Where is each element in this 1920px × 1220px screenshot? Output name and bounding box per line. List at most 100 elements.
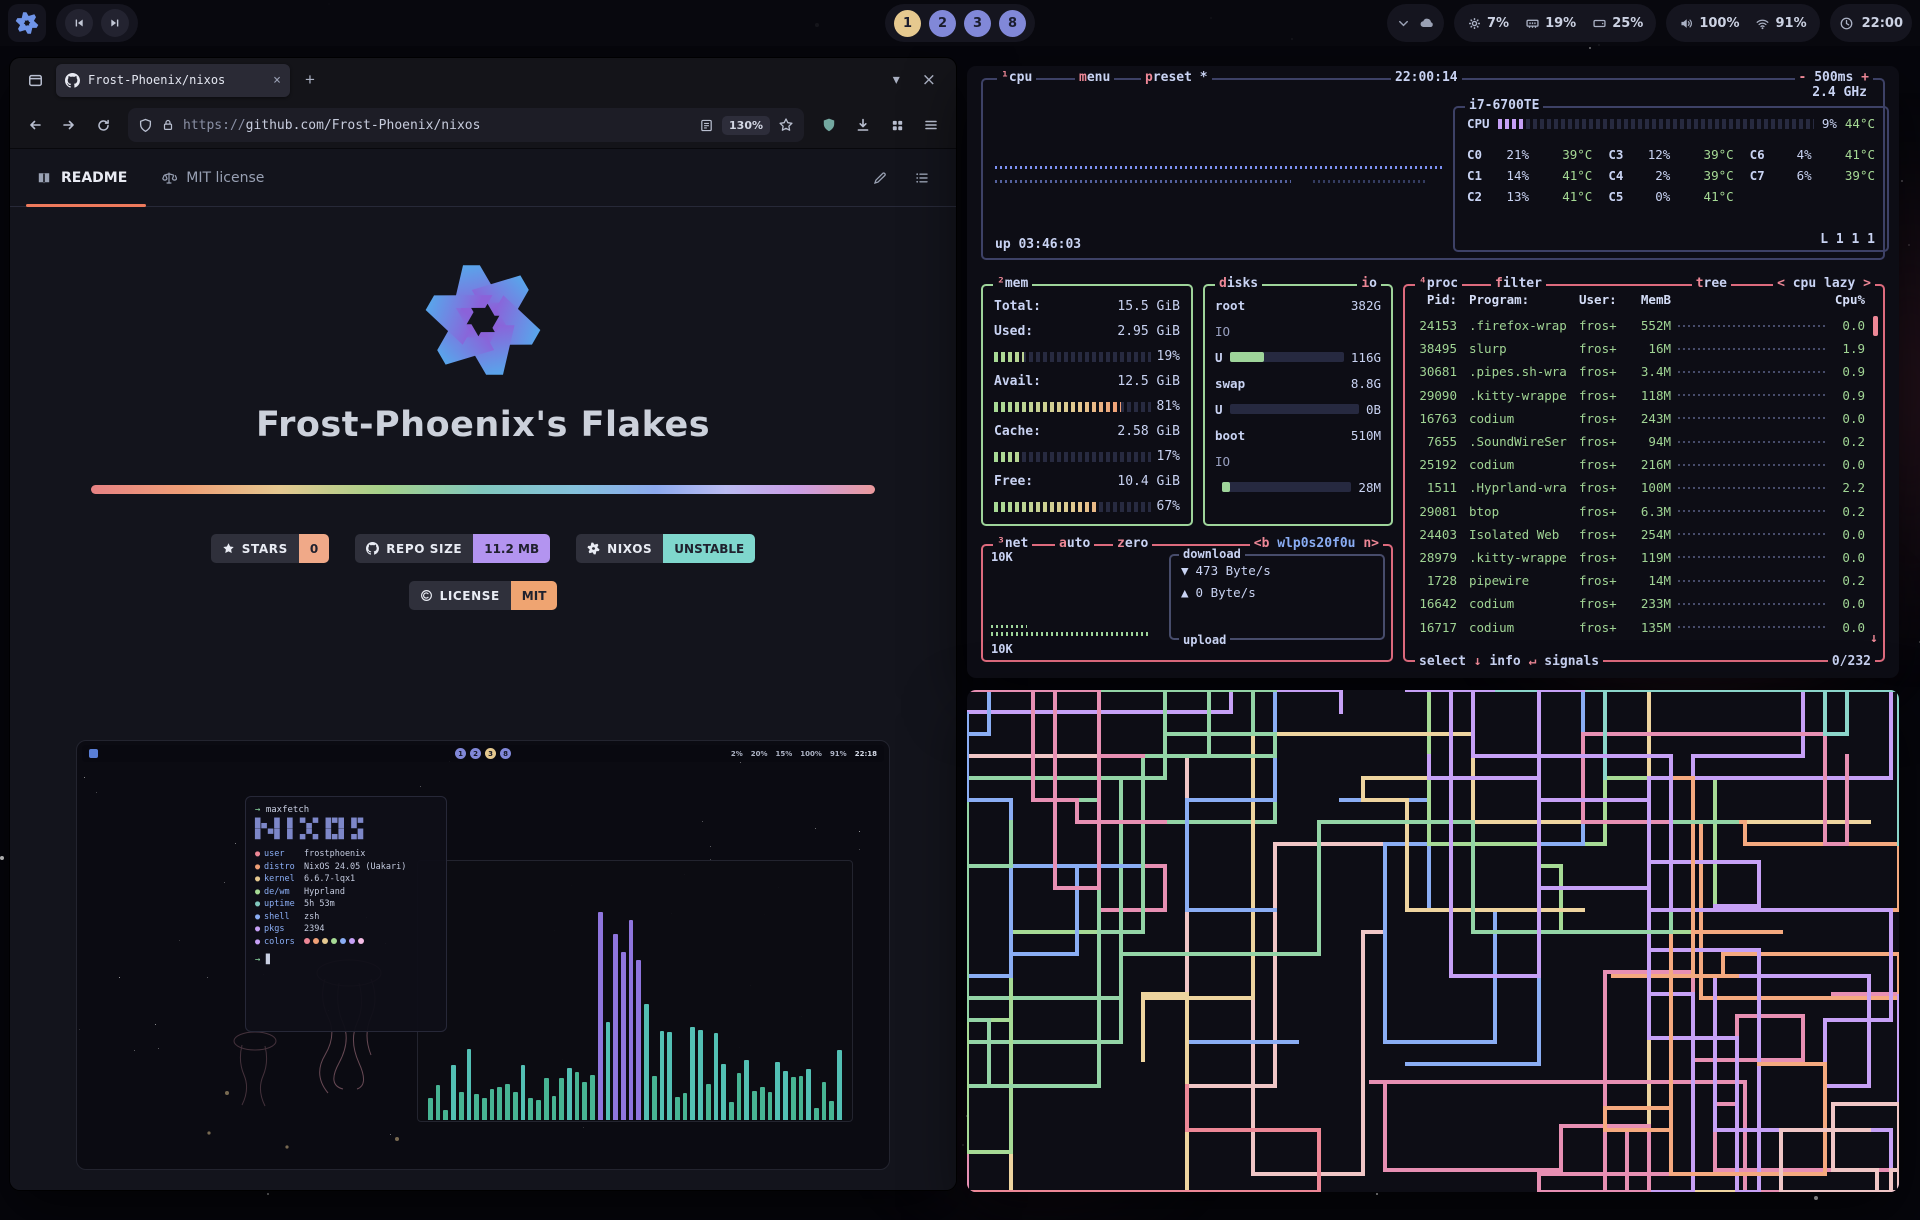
tab-close-button[interactable]: ×	[273, 73, 281, 88]
scrollbar-thumb[interactable]	[1873, 316, 1878, 336]
zoom-level-badge[interactable]: 130%	[722, 116, 770, 135]
mini-terminal: → maxfetch █▄ █ █ ▀▄▀ █▀█ █▀█ ▀█ █ ▄▀▄ █…	[245, 796, 447, 1032]
edit-pencil-icon[interactable]	[872, 170, 888, 186]
proc-filter-button[interactable]: filter	[1491, 277, 1546, 291]
process-row[interactable]: 24403Isolated Webfros+254M0.0	[1413, 523, 1865, 546]
badge-license[interactable]: LICENSE MIT	[409, 581, 558, 610]
process-row[interactable]: 25192codiumfros+216M0.0	[1413, 453, 1865, 476]
tab-readme[interactable]: README	[36, 170, 127, 186]
update-interval[interactable]: - 500ms +	[1795, 71, 1873, 85]
lock-icon[interactable]	[161, 118, 175, 132]
weather-widget[interactable]	[1387, 4, 1444, 42]
firefox-window[interactable]: Frost-Phoenix/nixos × + ▾ × https://g	[10, 58, 956, 1190]
process-row[interactable]: 38495slurpfros+16M1.9	[1413, 337, 1865, 360]
cpu-model-label: i7-6700TE	[1465, 99, 1543, 113]
reload-button[interactable]	[88, 110, 118, 140]
firefox-view-button[interactable]	[20, 65, 50, 95]
process-row[interactable]: 16763codiumfros+243M0.0	[1413, 407, 1865, 430]
workspace-button-2[interactable]: 2	[929, 10, 956, 37]
mem-box-title[interactable]: ²mem	[993, 277, 1032, 291]
badge-repo-size[interactable]: REPO SIZE 11.2 MB	[355, 534, 550, 563]
disks-title[interactable]: disks	[1215, 277, 1262, 291]
list-all-tabs-button[interactable]: ▾	[893, 72, 900, 88]
audio-network: 100% 91%	[1666, 4, 1819, 42]
process-row[interactable]: 1511.Hyprland-wrafros+100M2.2	[1413, 476, 1865, 499]
outline-list-icon[interactable]	[914, 170, 930, 186]
process-row[interactable]: 30681.pipes.sh-wrafros+3.4M0.9	[1413, 360, 1865, 383]
window-close-button[interactable]: ×	[922, 70, 936, 90]
wifi-stat[interactable]: 91%	[1751, 16, 1810, 31]
tab-bar: Frost-Phoenix/nixos × + ▾ ×	[10, 58, 956, 102]
upload-arrow-icon: ▲	[1181, 585, 1189, 600]
reader-mode-icon[interactable]	[699, 118, 714, 133]
process-row[interactable]: 7655.SoundWireSerfros+94M0.2	[1413, 430, 1865, 453]
proc-box-title[interactable]: ⁴proc	[1415, 277, 1462, 291]
disks-io-toggle[interactable]: io	[1357, 277, 1381, 291]
process-row[interactable]: 29090.kitty-wrappefros+118M0.9	[1413, 384, 1865, 407]
proc-sort-selector[interactable]: < cpu lazy >	[1773, 277, 1875, 291]
new-tab-button[interactable]: +	[296, 66, 324, 94]
cpu-model-box: i7-6700TE CPU 9% 44°C C021%39°CC114%41°C…	[1453, 106, 1889, 252]
core-stat: C42%39°C	[1608, 165, 1733, 186]
page-content: README MIT license Frost-Phoenix's Flake…	[10, 149, 956, 1190]
reload-icon	[96, 118, 111, 133]
net-interface[interactable]: <b wlp0s20f0u n>	[1250, 537, 1383, 551]
url-text[interactable]: https://github.com/Frost-Phoenix/nixos	[183, 118, 691, 133]
process-row[interactable]: 24153.firefox-wrapfros+552M0.0	[1413, 314, 1865, 337]
btop-preset-button[interactable]: preset *	[1141, 71, 1212, 85]
btop-window[interactable]: ¹cpu menu preset * 22:00:14 - 500ms + 2.…	[967, 66, 1899, 678]
back-button[interactable]	[20, 110, 50, 140]
badge-stars[interactable]: STARS 0	[211, 534, 329, 563]
volume-stat[interactable]: 100%	[1675, 16, 1743, 31]
download-arrow-icon: ▼	[1181, 563, 1189, 578]
badge-nixos[interactable]: NIXOS UNSTABLE	[576, 534, 755, 563]
readme-body: Frost-Phoenix's Flakes STARS 0 REPO SIZE…	[10, 207, 956, 1190]
clock-value: 22:00	[1862, 16, 1903, 31]
net-zero-toggle[interactable]: zero	[1113, 537, 1152, 551]
nixos-ascii-art: █▄ █ █ ▀▄▀ █▀█ █▀█ ▀█ █ ▄▀▄ █▄█ ▄█	[255, 819, 437, 841]
clock-widget[interactable]: 22:00	[1830, 4, 1912, 42]
media-prev-button[interactable]	[65, 9, 93, 37]
btop-menu-button[interactable]: menu	[1075, 71, 1114, 85]
adblock-button[interactable]	[814, 110, 844, 140]
readme-screenshot[interactable]: 1238 2%20%15%100%91%22:18 → maxfetch █▄ …	[76, 740, 890, 1170]
core-grid: C021%39°CC114%41°CC213%41°CC312%39°CC42%…	[1467, 144, 1875, 207]
bookmark-star-icon[interactable]	[778, 117, 794, 133]
tracking-shield-icon[interactable]	[138, 118, 153, 133]
process-row[interactable]: 1728pipewirefros+14M0.2	[1413, 569, 1865, 592]
workspace-button-3[interactable]: 3	[964, 10, 991, 37]
nixos-menu-button[interactable]	[8, 4, 46, 42]
proc-table-header[interactable]: Pid: Program: User: MemB Cpu%	[1413, 292, 1865, 307]
proc-footer[interactable]: select ↓ info ↵ signals	[1415, 655, 1603, 669]
volume-stat-value: 100%	[1699, 16, 1739, 31]
net-scale-bottom: 10K	[991, 642, 1013, 656]
menu-button[interactable]	[916, 110, 946, 140]
tab-license[interactable]: MIT license	[161, 170, 264, 186]
process-row[interactable]: 16642codiumfros+233M0.0	[1413, 592, 1865, 615]
workspace-button-1[interactable]: 1	[894, 10, 921, 37]
process-row[interactable]: 16717codiumfros+135M0.0	[1413, 615, 1865, 638]
net-box-title[interactable]: ³net	[993, 537, 1032, 551]
scroll-down-icon[interactable]: ↓	[1870, 631, 1878, 646]
upload-label: upload	[1179, 633, 1230, 647]
memory-stat-value: 19%	[1545, 16, 1576, 31]
btop-proc-box: ⁴proc filter tree < cpu lazy > Pid: Prog…	[1403, 284, 1885, 662]
extensions-button[interactable]	[882, 110, 912, 140]
workspace-button-8[interactable]: 8	[999, 10, 1026, 37]
url-bar[interactable]: https://github.com/Frost-Phoenix/nixos 1…	[128, 108, 804, 142]
proc-tree-button[interactable]: tree	[1692, 277, 1731, 291]
media-next-button[interactable]	[101, 9, 129, 37]
net-auto-toggle[interactable]: auto	[1055, 537, 1094, 551]
forward-button[interactable]	[54, 110, 84, 140]
extensions-icon	[890, 118, 905, 133]
snowflake-icon	[587, 542, 600, 555]
cpu-box-title[interactable]: ¹cpu	[997, 71, 1036, 85]
downloads-button[interactable]	[848, 110, 878, 140]
process-row[interactable]: 29081btopfros+6.3M0.2	[1413, 500, 1865, 523]
pipes-terminal-window[interactable]	[967, 690, 1899, 1192]
page-title: Frost-Phoenix's Flakes	[256, 405, 710, 445]
tab-readme-label: README	[61, 170, 127, 186]
fetch-info: ●userfrostphoenix●distroNixOS 24.05 (Uak…	[255, 848, 437, 948]
browser-tab[interactable]: Frost-Phoenix/nixos ×	[56, 64, 290, 97]
process-row[interactable]: 28979.kitty-wrappefros+119M0.0	[1413, 546, 1865, 569]
